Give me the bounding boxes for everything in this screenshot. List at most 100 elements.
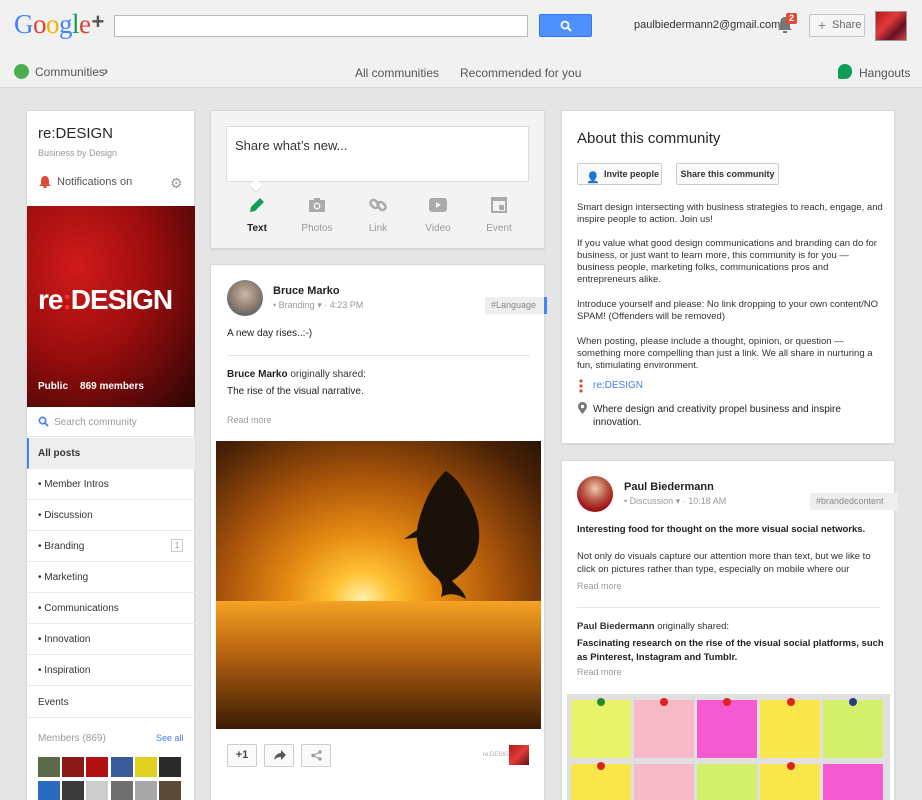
push-pin xyxy=(849,698,857,706)
post-image-sticky-notes[interactable] xyxy=(567,694,890,800)
community-link[interactable]: re:DESIGN xyxy=(593,380,643,391)
post-card-paul: Paul Biedermann • Discussion ▾ · 10:18 A… xyxy=(561,460,898,800)
share-input[interactable]: Share what’s new... xyxy=(226,126,529,182)
search-community-input[interactable]: Search community xyxy=(27,407,195,437)
notification-count-badge[interactable]: 2 xyxy=(786,13,798,24)
share-button[interactable]: + Share xyxy=(809,14,865,37)
divider xyxy=(577,607,880,608)
reshare-count-button[interactable] xyxy=(301,744,331,767)
search-input[interactable] xyxy=(114,15,528,37)
about-paragraph: If you value what good design communicat… xyxy=(577,238,877,285)
member-avatar[interactable] xyxy=(86,781,108,800)
bell-icon xyxy=(39,176,51,188)
members-label: Members (869) xyxy=(38,733,106,744)
sticky-note xyxy=(697,764,757,800)
member-avatar[interactable] xyxy=(62,757,84,777)
sidebar-item-all-posts[interactable]: All posts xyxy=(27,438,195,469)
push-pin xyxy=(597,762,605,770)
post-author[interactable]: Bruce Marko xyxy=(273,285,340,297)
sticky-note xyxy=(634,700,694,758)
community-link-icon xyxy=(579,379,583,393)
community-name: re:DESIGN xyxy=(38,125,114,142)
post-meta: • Branding ▾ · 4:23 PM xyxy=(273,300,364,310)
reshare-attribution: Paul Biedermann originally shared: xyxy=(577,621,730,632)
invite-people-button[interactable]: 👤 Invite people xyxy=(577,163,662,185)
pencil-icon xyxy=(250,198,264,212)
share-community-button[interactable]: Share this community xyxy=(676,163,779,185)
about-community-card: About this community 👤 Invite people Shar… xyxy=(561,110,895,444)
member-avatar[interactable] xyxy=(135,781,157,800)
sidebar-item-inspiration[interactable]: • Inspiration xyxy=(27,655,195,686)
about-paragraph: When posting, please include a thought, … xyxy=(577,336,873,371)
hangouts-icon[interactable] xyxy=(838,64,852,79)
community-tagline: Business by Design xyxy=(38,148,118,158)
share-box: Share what’s new... Text Photos Link Vid… xyxy=(210,110,545,249)
member-avatar[interactable] xyxy=(86,757,108,777)
members-count[interactable]: 869 members xyxy=(80,381,144,392)
community-sidebar: re:DESIGN Business by Design Notificatio… xyxy=(26,110,195,800)
sub-navigation-bar: Communities › All communities Recommende… xyxy=(0,54,922,88)
account-email[interactable]: paulbiedermann2@gmail.com xyxy=(634,19,780,31)
share-text-button[interactable]: Text xyxy=(232,195,282,234)
add-person-icon: 👤 xyxy=(586,172,600,184)
sidebar-item-discussion[interactable]: • Discussion xyxy=(27,500,195,531)
hashtag-badge[interactable]: #brandedcontent xyxy=(810,493,898,510)
reshare-title: The rise of the visual narrative. xyxy=(227,386,364,397)
member-avatar[interactable] xyxy=(135,757,157,777)
hangouts-link[interactable]: Hangouts xyxy=(859,66,910,80)
sidebar-item-branding[interactable]: • Branding 1 xyxy=(27,531,195,562)
sidebar-item-marketing[interactable]: • Marketing xyxy=(27,562,195,593)
member-avatar[interactable] xyxy=(159,781,181,800)
sidebar-item-member-intros[interactable]: • Member Intros xyxy=(27,469,195,500)
member-avatar[interactable] xyxy=(111,757,133,777)
post-image-dolphin-sunset[interactable] xyxy=(216,441,541,729)
read-more-link[interactable]: Read more xyxy=(227,415,272,425)
share-photos-button[interactable]: Photos xyxy=(292,195,342,234)
post-text: A new day rises..:-) xyxy=(227,328,313,339)
community-cover-image: re:DESIGN Public 869 members xyxy=(27,206,195,407)
notifications-toggle[interactable]: Notifications on xyxy=(57,176,132,188)
sticky-note xyxy=(634,764,694,800)
member-avatar[interactable] xyxy=(38,757,60,777)
communities-menu[interactable]: Communities xyxy=(35,65,105,79)
plus-one-button[interactable]: +1 xyxy=(227,744,257,767)
branding-count-badge: 1 xyxy=(171,539,183,552)
see-all-members-link[interactable]: See all xyxy=(156,733,184,743)
member-avatar[interactable] xyxy=(111,781,133,800)
sidebar-item-innovation[interactable]: • Innovation xyxy=(27,624,195,655)
about-paragraph: Smart design intersecting with business … xyxy=(577,202,883,225)
member-avatar[interactable] xyxy=(159,757,181,777)
sticky-note xyxy=(823,764,883,800)
sidebar-item-events[interactable]: Events xyxy=(27,687,195,718)
google-plus-logo[interactable]: Google+ xyxy=(14,9,104,40)
avatar[interactable] xyxy=(509,745,529,765)
share-event-button[interactable]: Event xyxy=(474,195,524,234)
share-video-button[interactable]: Video xyxy=(413,195,463,234)
tab-recommended[interactable]: Recommended for you xyxy=(460,66,581,80)
chevron-right-icon[interactable]: › xyxy=(104,64,108,78)
gear-icon[interactable]: ⚙ xyxy=(170,175,183,192)
member-avatar[interactable] xyxy=(62,781,84,800)
avatar[interactable] xyxy=(227,280,263,316)
share-post-button[interactable] xyxy=(264,744,294,767)
sticky-note xyxy=(823,700,883,758)
search-icon xyxy=(38,416,49,427)
push-pin xyxy=(787,698,795,706)
share-link-button[interactable]: Link xyxy=(353,195,403,234)
community-location: Where design and creativity propel busin… xyxy=(593,404,841,428)
share-nodes-icon xyxy=(310,750,322,761)
avatar[interactable] xyxy=(875,11,907,41)
read-more-link[interactable]: Read more xyxy=(577,667,622,677)
avatar[interactable] xyxy=(577,476,613,512)
post-meta: • Discussion ▾ · 10:18 AM xyxy=(624,496,727,506)
camera-icon xyxy=(309,198,325,212)
read-more-link[interactable]: Read more xyxy=(577,581,622,591)
link-icon xyxy=(369,198,387,212)
search-button[interactable] xyxy=(539,14,592,37)
member-avatar[interactable] xyxy=(38,781,60,800)
sidebar-item-communications[interactable]: • Communications xyxy=(27,593,195,624)
about-title: About this community xyxy=(577,130,721,147)
hashtag-badge[interactable]: #Language xyxy=(485,297,547,314)
tab-all-communities[interactable]: All communities xyxy=(355,66,439,80)
post-author[interactable]: Paul Biedermann xyxy=(624,481,714,493)
